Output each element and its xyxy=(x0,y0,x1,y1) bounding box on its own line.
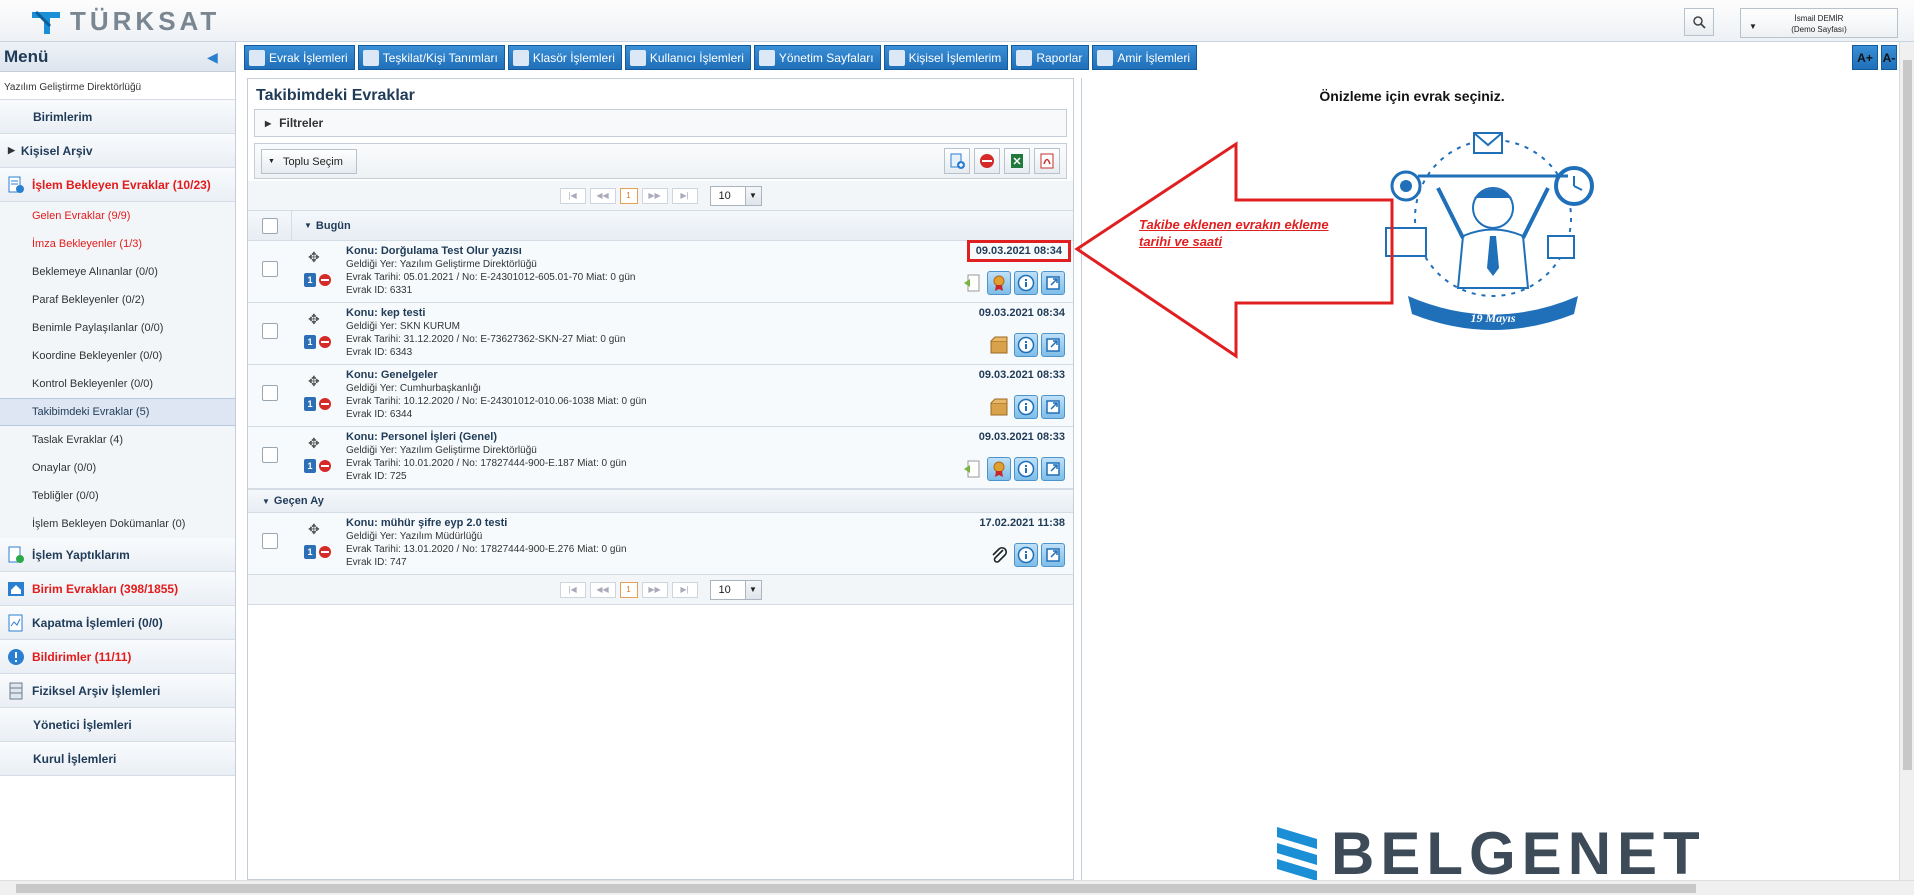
annotation-arrow xyxy=(1074,141,1394,359)
scroll-thumb[interactable] xyxy=(1903,60,1912,770)
horizontal-scrollbar[interactable] xyxy=(0,880,1914,895)
belgenet-logo: BELGENET xyxy=(1277,824,1706,884)
belgenet-text: BELGENET xyxy=(1331,820,1706,887)
vertical-scrollbar[interactable] xyxy=(1899,42,1914,880)
annotation-text: Takibe eklenen evrakın ekleme tarihi ve … xyxy=(1139,217,1329,249)
belgenet-logo-icon xyxy=(1277,827,1317,881)
scroll-thumb[interactable] xyxy=(16,884,1696,893)
